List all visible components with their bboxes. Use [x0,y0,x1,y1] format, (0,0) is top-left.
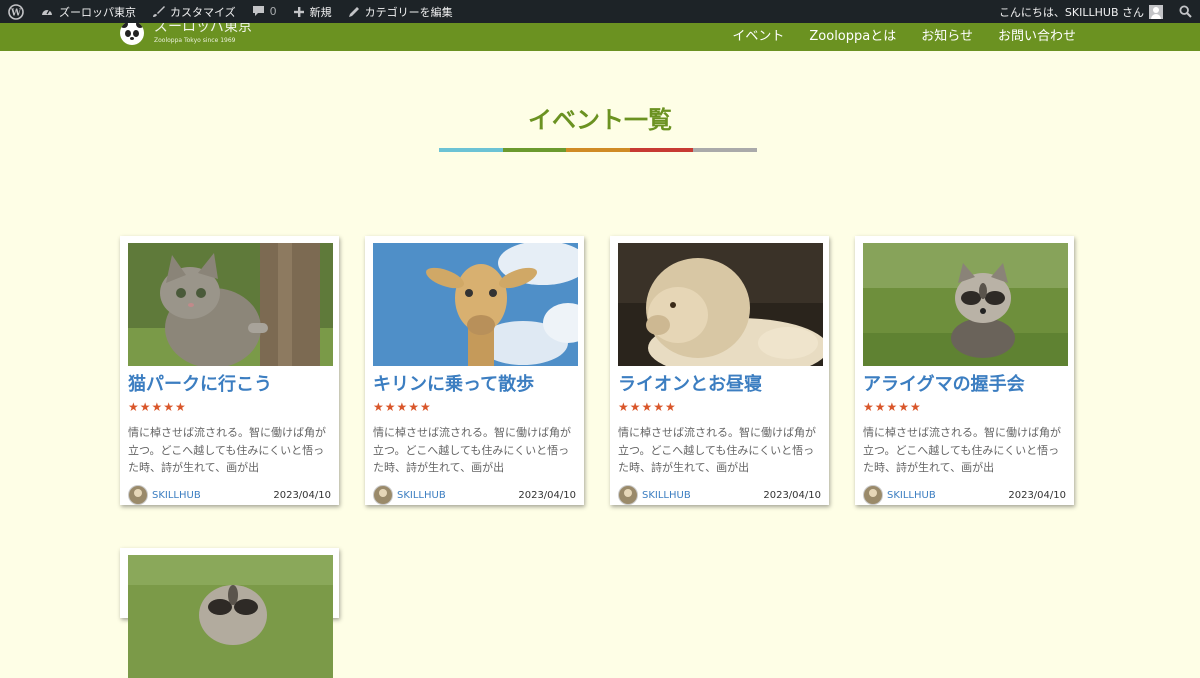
post-date: 2023/04/10 [518,489,576,501]
card-excerpt: 情に棹させば流される。智に働けば角が立つ。どこへ越しても住みにくいと悟った時、詩… [373,426,571,474]
underline-segment-blue [439,148,503,152]
star-rating: ★★★★★ [128,400,187,414]
underline-segment-red [629,148,694,152]
site-tagline: Zooloppa Tokyo since 1969 [154,37,236,44]
nav-item-news[interactable]: お知らせ [921,25,973,44]
star-rating: ★★★★★ [373,400,432,414]
author-name: SKILLHUB [642,489,691,501]
event-card[interactable]: アライグマの握手会 ★★★★★ 情に棹させば流される。智に働けば角が立つ。どこへ… [855,236,1074,505]
admin-search-button[interactable] [1171,0,1200,23]
nav-item-events[interactable]: イベント [732,25,784,44]
underline-segment-green [502,148,567,152]
new-label: 新規 [309,5,332,19]
comments-button[interactable]: 0 [244,0,285,23]
site-name-link: ズーロッパ東京 [59,5,136,19]
card-excerpt: 情に棹させば流される。智に働けば角が立つ。どこへ越しても住みにくいと悟った時、詩… [863,426,1061,474]
cat-photo[interactable] [128,243,333,366]
author-name: SKILLHUB [887,489,936,501]
card-excerpt: 情に棹させば流される。智に働けば角が立つ。どこへ越しても住みにくいと悟った時、詩… [618,426,816,474]
post-date: 2023/04/10 [1008,489,1066,501]
site-header: ズーロッパ東京 Zooloppa Tokyo since 1969 イベント Z… [0,19,1200,51]
user-avatar-icon [1149,4,1163,19]
site-name-menu[interactable]: ズーロッパ東京 [32,0,144,23]
pencil-icon [348,6,359,17]
main-nav: イベント Zooloppaとは お知らせ お問い合わせ [732,23,1076,51]
author-link[interactable]: SKILLHUB [373,485,446,505]
star-rating: ★★★★★ [863,400,922,414]
svg-text:W: W [10,8,22,18]
wordpress-logo-button[interactable]: W [0,0,32,23]
greeting-text: こんにちは、SKILLHUB さん [998,5,1144,19]
author-link[interactable]: SKILLHUB [863,485,936,505]
post-date: 2023/04/10 [273,489,331,501]
raccoon-photo[interactable] [863,243,1068,366]
customize-label: カスタマイズ [170,5,236,19]
author-avatar [128,485,148,505]
account-menu[interactable]: こんにちは、SKILLHUB さん [991,0,1171,23]
plus-icon [293,6,304,17]
event-card[interactable] [120,548,339,678]
card-title[interactable]: アライグマの握手会 [863,373,1066,397]
card-title[interactable]: キリンに乗って散歩 [373,373,576,397]
card-footer: SKILLHUB 2023/04/10 [128,485,331,505]
post-date: 2023/04/10 [763,489,821,501]
card-footer: SKILLHUB 2023/04/10 [373,485,576,505]
underline-segment-orange [566,148,630,152]
title-underline [439,148,757,152]
page-title: イベント一覧 [528,106,672,134]
card-footer: SKILLHUB 2023/04/10 [618,485,821,505]
nav-item-contact[interactable]: お問い合わせ [998,25,1076,44]
author-avatar [618,485,638,505]
dashboard-icon [42,9,52,15]
star-rating: ★★★★★ [618,400,677,414]
comment-icon [252,6,264,16]
admin-bar: W ズーロッパ東京 カスタマイズ 0 新規 カテゴリーを編集 こんにちは、SKI… [0,0,1200,23]
edit-category-button[interactable]: カテゴリーを編集 [340,0,461,23]
wordpress-icon: W [8,3,24,20]
nav-item-about[interactable]: Zooloppaとは [809,25,896,44]
author-link[interactable]: SKILLHUB [128,485,201,505]
lion-photo[interactable] [618,243,823,366]
card-footer: SKILLHUB 2023/04/10 [863,485,1066,505]
author-avatar [863,485,883,505]
event-card[interactable]: 猫パークに行こう ★★★★★ 情に棹させば流される。智に働けば角が立つ。どこへ越… [120,236,339,505]
new-content-button[interactable]: 新規 [285,0,340,23]
event-card[interactable]: ライオンとお昼寝 ★★★★★ 情に棹させば流される。智に働けば角が立つ。どこへ越… [610,236,829,505]
card-title[interactable]: ライオンとお昼寝 [618,373,821,397]
underline-segment-gray [693,148,757,152]
author-name: SKILLHUB [397,489,446,501]
search-icon [1179,5,1192,18]
comments-count: 0 [269,5,277,18]
card-excerpt: 情に棹させば流される。智に働けば角が立つ。どこへ越しても住みにくいと悟った時、詩… [128,426,326,474]
card-title[interactable]: 猫パークに行こう [128,373,331,397]
edit-category-label: カテゴリーを編集 [364,5,453,19]
author-link[interactable]: SKILLHUB [618,485,691,505]
panda-logo-icon [120,21,144,45]
author-name: SKILLHUB [152,489,201,501]
author-avatar [373,485,393,505]
giraffe-photo[interactable] [373,243,578,366]
raccoon-photo[interactable] [128,555,333,678]
brush-icon [153,6,165,17]
customize-button[interactable]: カスタマイズ [144,0,244,23]
event-card[interactable]: キリンに乗って散歩 ★★★★★ 情に棹させば流される。智に働けば角が立つ。どこへ… [365,236,584,505]
